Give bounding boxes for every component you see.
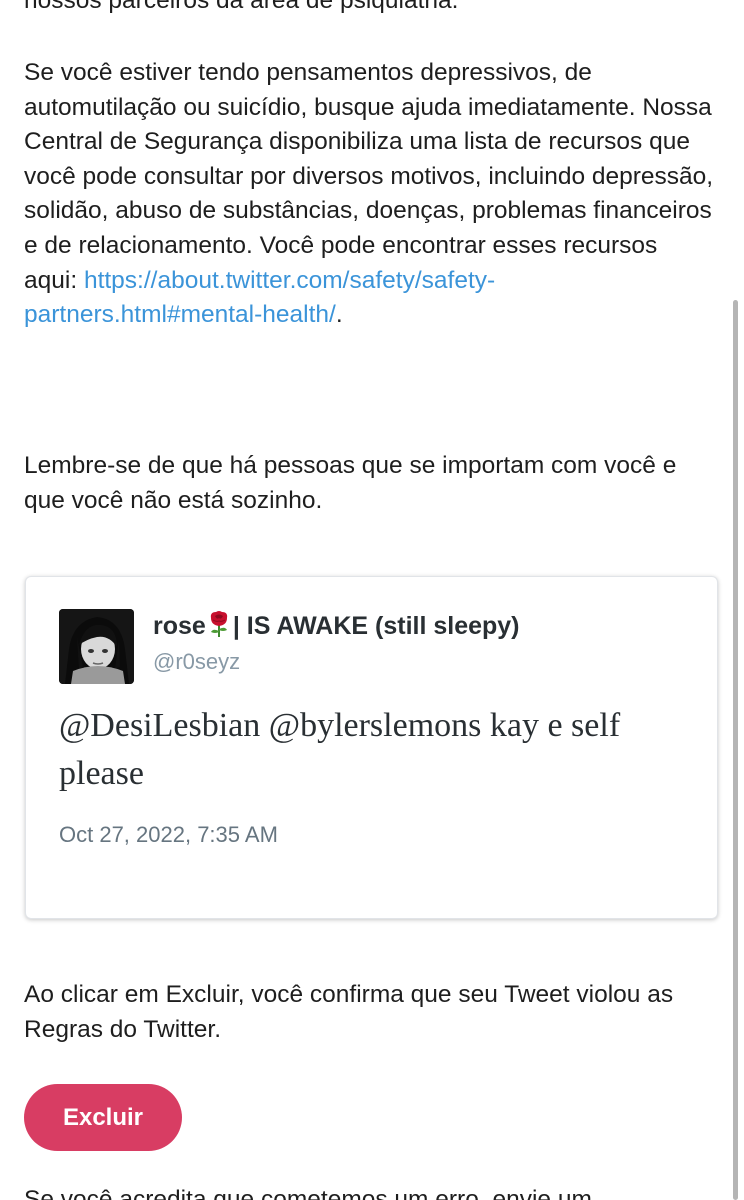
link-period: . (335, 301, 343, 329)
partners-text-fragment: nossos parceiros da área de psiquiatria. (24, 0, 459, 14)
author-name-suffix: | IS AWAKE (still sleepy) (232, 612, 520, 640)
reported-tweet-card: rose | IS AWAKE (still sleepy) @r0seyz @… (25, 576, 718, 919)
avatar-image (59, 609, 134, 684)
safety-resources-link[interactable]: https://about.twitter.com/safety/safety-… (24, 267, 495, 329)
policy-violation-page: nossos parceiros da área de psiquiatria.… (0, 0, 744, 1200)
tweet-author-handle[interactable]: @r0seyz (153, 649, 240, 675)
author-name-prefix: rose (153, 612, 206, 640)
help-resources-text: Se você estiver tendo pensamentos depres… (24, 56, 714, 333)
scrollbar[interactable] (733, 300, 738, 1200)
tweet-author-name[interactable]: rose | IS AWAKE (still sleepy) (153, 610, 520, 641)
appeal-text-fragment: Se você acredita que cometemos um erro, … (24, 1186, 592, 1200)
avatar[interactable] (59, 609, 134, 684)
reassurance-text: Lembre-se de que há pessoas que se impor… (24, 452, 677, 514)
delete-button[interactable]: Excluir (24, 1084, 182, 1151)
confirm-violation-text: Ao clicar em Excluir, você confirma que … (24, 981, 674, 1043)
tweet-timestamp[interactable]: Oct 27, 2022, 7:35 AM (59, 822, 278, 848)
tweet-text: @DesiLesbian @bylerslemons kay e self pl… (59, 707, 621, 792)
rose-icon (207, 610, 231, 638)
help-resources-body: Se você estiver tendo pensamentos depres… (24, 59, 714, 294)
